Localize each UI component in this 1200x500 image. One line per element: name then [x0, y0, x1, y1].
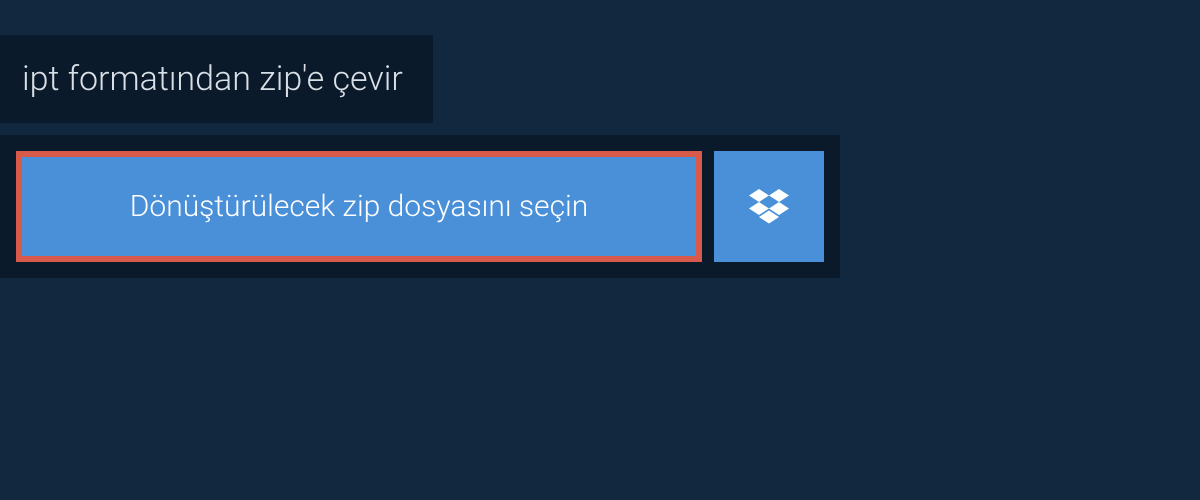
dropbox-button[interactable] — [714, 151, 824, 262]
page-title-tab: ipt formatından zip'e çevir — [0, 35, 433, 123]
page-title: ipt formatından zip'e çevir — [22, 59, 403, 99]
upload-panel: Dönüştürülecek zip dosyasını seçin — [0, 135, 840, 278]
dropbox-icon — [749, 189, 789, 225]
select-file-label: Dönüştürülecek zip dosyasını seçin — [130, 189, 589, 224]
select-file-button[interactable]: Dönüştürülecek zip dosyasını seçin — [16, 151, 702, 262]
